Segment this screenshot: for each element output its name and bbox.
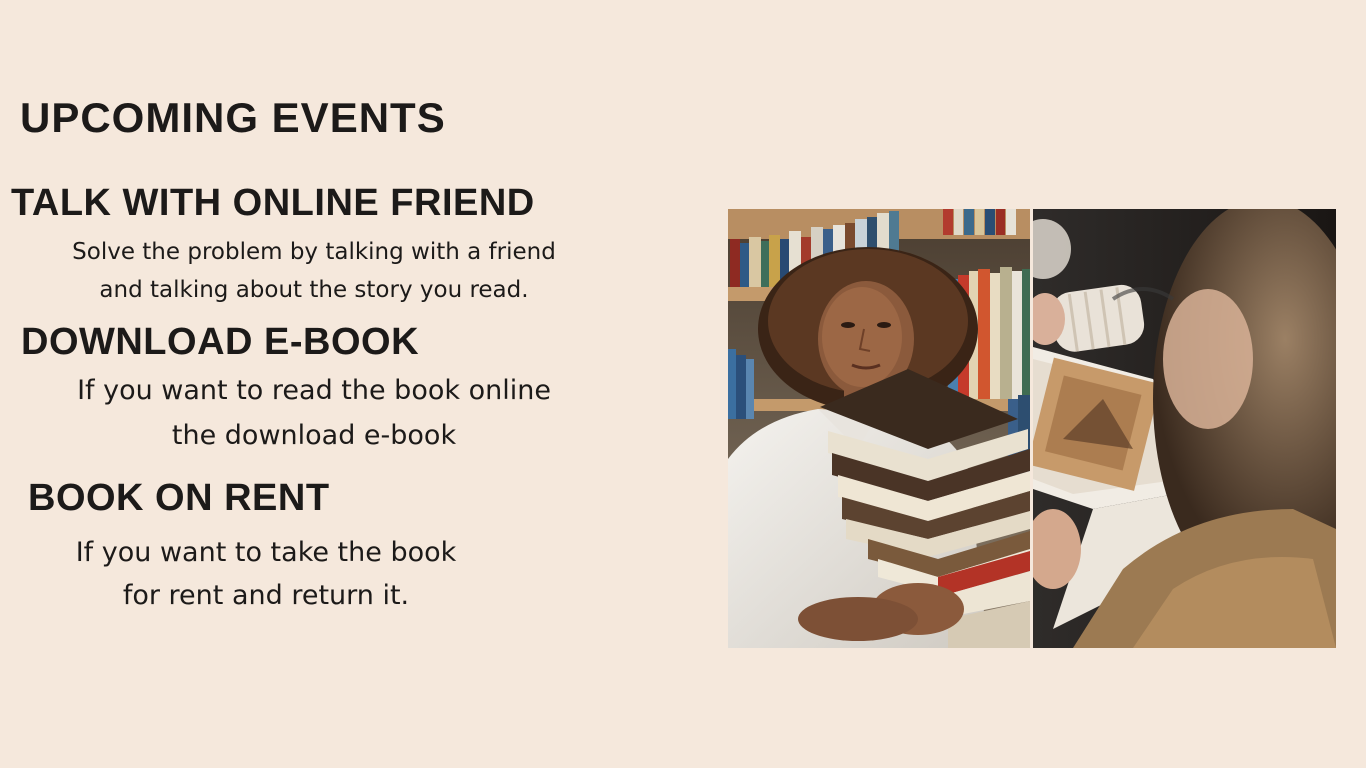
page-title: UPCOMING EVENTS: [20, 94, 446, 141]
event-description-line: and talking about the story you read.: [99, 277, 529, 303]
event-description-line: for rent and return it.: [122, 580, 410, 611]
event-title-talk-with-online-friend: TALK WITH ONLINE FRIEND: [11, 182, 535, 224]
event-description-line: the download e-book: [171, 420, 457, 451]
event-title-download-e-book: DOWNLOAD E-BOOK: [21, 321, 420, 363]
photo-woman-carrying-books: [728, 209, 1030, 648]
event-description-book-on-rent: If you want to take the book for rent an…: [10, 531, 522, 617]
event-description-line: If you want to take the book: [75, 537, 457, 568]
event-description-line: Solve the problem by talking with a frie…: [72, 239, 556, 265]
event-description-talk-with-online-friend: Solve the problem by talking with a frie…: [10, 233, 618, 309]
photo-person-reading-book: [1033, 209, 1336, 648]
event-title-book-on-rent: BOOK ON RENT: [28, 477, 330, 519]
event-description-download-e-book: If you want to read the book online the …: [10, 368, 618, 458]
event-description-line: If you want to read the book online: [77, 375, 551, 406]
